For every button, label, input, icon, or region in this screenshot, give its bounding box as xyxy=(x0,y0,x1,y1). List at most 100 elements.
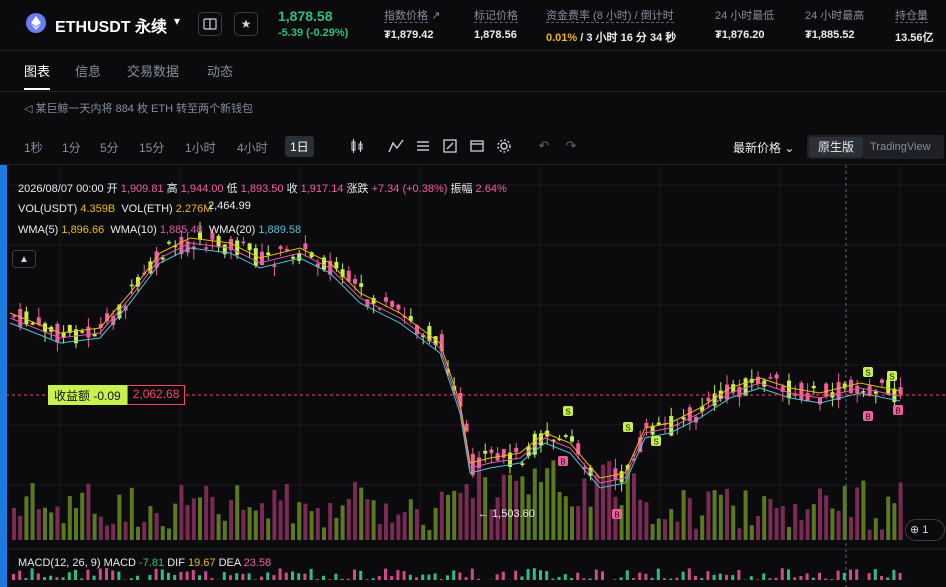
candle-body xyxy=(849,379,853,394)
volume-bar xyxy=(18,515,23,540)
candle-body xyxy=(80,331,85,333)
macd-bar xyxy=(402,571,406,580)
candlestick-icon[interactable] xyxy=(348,138,366,156)
volume-bar xyxy=(669,509,674,540)
kline-chart[interactable]: S S S B B S S B B 2026/08/07 00:00 开 1,909.81 高 … xyxy=(0,165,946,587)
volume-bar xyxy=(644,502,649,540)
timeframe-1h[interactable]: 1小时 xyxy=(185,139,216,156)
stat-label[interactable]: 指数价格 xyxy=(384,10,428,23)
volume-bar xyxy=(117,494,122,540)
macd-bar xyxy=(787,569,790,580)
macd-bar xyxy=(638,572,642,580)
view-tradingview-button[interactable]: TradingView xyxy=(870,137,931,157)
undo-icon[interactable]: ↶ xyxy=(535,138,553,156)
macd-bar xyxy=(532,568,536,580)
timeframe-15m[interactable]: 15分 xyxy=(139,139,164,156)
candle-body xyxy=(284,248,289,251)
stat-label[interactable]: 标记价格 xyxy=(474,10,518,23)
dif-value: 19.67 xyxy=(187,557,216,569)
redo-icon[interactable]: ↷ xyxy=(562,138,580,156)
macd-bar xyxy=(477,578,480,580)
zoom-control[interactable]: ⊕ 1 xyxy=(905,519,945,541)
macd-bar xyxy=(613,579,617,580)
chevron-down-icon[interactable]: ▾ xyxy=(174,14,180,28)
news-text[interactable]: 某巨鲸一天内将 884 枚 ETH 转至两个新钱包 xyxy=(36,103,254,115)
legend-open: 1,909.81 xyxy=(120,183,164,195)
tab-trading-data[interactable]: 交易数据 xyxy=(127,61,179,80)
vol-eth: 2.276M xyxy=(175,203,213,215)
candle-body xyxy=(266,252,271,256)
candle-body xyxy=(787,380,791,399)
trade-marker-label: B xyxy=(865,413,870,422)
candle-body xyxy=(297,253,302,261)
volume-bar xyxy=(886,496,891,540)
indicator-icon[interactable] xyxy=(387,138,405,156)
stat-label[interactable]: 资金费率 (8 小时) / 倒计时 xyxy=(546,10,674,23)
volume-bar xyxy=(86,483,91,540)
tab-chart[interactable]: 图表 xyxy=(24,61,50,80)
macd-bar xyxy=(278,568,282,580)
candle-body xyxy=(241,241,246,244)
book-icon[interactable] xyxy=(198,12,222,36)
template-icon[interactable] xyxy=(468,138,486,156)
mark-price-stat: 标记价格 1,878.56 xyxy=(474,7,518,41)
tab-bar: 图表 信息 交易数据 动态 xyxy=(0,50,946,92)
volume-bar xyxy=(229,500,233,540)
legend-date: 2026/08/07 00:00 xyxy=(18,183,104,195)
collapse-legend-button[interactable]: ▲ xyxy=(12,250,36,268)
ohlc-legend: 2026/08/07 00:00 开 1,909.81 高 1,944.00 低… xyxy=(18,180,507,196)
volume-bar xyxy=(892,503,897,540)
macd-bar xyxy=(384,568,387,580)
settings-icon[interactable] xyxy=(495,138,513,156)
legend-open-label: 开 xyxy=(106,183,118,195)
macd-bar xyxy=(681,571,685,580)
wma20-value: 1,889.58 xyxy=(258,224,302,236)
macd-bar xyxy=(495,574,499,580)
macd-bar xyxy=(625,570,629,580)
price-type-select[interactable]: 最新价格 ⌄ xyxy=(733,139,794,156)
low-24h-stat: 24 小时最低 ₮1,876.20 xyxy=(715,7,774,41)
star-icon[interactable]: ★ xyxy=(234,12,258,36)
pnl-marker[interactable]: 收益额 -0.09 2,062.68 xyxy=(48,385,186,405)
volume-bar xyxy=(824,495,829,540)
volume-bar xyxy=(185,505,190,540)
pnl-price: 2,062.68 xyxy=(126,385,186,405)
macd-bar xyxy=(601,571,604,580)
macd-bar xyxy=(105,568,108,580)
macd-bar xyxy=(167,572,170,580)
tab-activity[interactable]: 动态 xyxy=(207,61,233,80)
timeframe-1m[interactable]: 1分 xyxy=(62,139,81,156)
macd-bar xyxy=(650,577,654,580)
stat-label[interactable]: 持仓量 xyxy=(895,10,928,23)
tab-info[interactable]: 信息 xyxy=(75,61,101,80)
external-link-icon[interactable]: ↗ xyxy=(431,10,440,22)
macd-bar xyxy=(849,569,852,580)
timeframe-5m[interactable]: 5分 xyxy=(100,139,119,156)
wma-line xyxy=(9,242,901,484)
macd-bar xyxy=(452,570,456,580)
symbol-title[interactable]: ETHUSDT 永续 xyxy=(55,13,167,37)
volume-bar xyxy=(303,503,308,540)
macd-bar xyxy=(210,578,214,580)
timeframe-1d[interactable]: 1日 xyxy=(285,136,314,157)
view-original-button[interactable]: 原生版 xyxy=(809,137,863,157)
legend-low-label: 低 xyxy=(226,183,238,195)
timeframe-4h[interactable]: 4小时 xyxy=(237,139,268,156)
macd-bar xyxy=(892,569,896,580)
layout-icon[interactable] xyxy=(414,138,432,156)
macd-bar xyxy=(501,571,505,580)
draw-icon[interactable] xyxy=(441,138,459,156)
timeframe-1s[interactable]: 1秒 xyxy=(24,139,43,156)
macd-bar xyxy=(880,575,883,580)
candle-body xyxy=(359,283,364,287)
volume-bar xyxy=(539,482,543,540)
macd-bar xyxy=(36,573,40,580)
stat-value: ₮1,876.20 xyxy=(715,29,765,41)
volume-bar xyxy=(278,500,283,540)
news-ticker[interactable]: ◁ 某巨鲸一天内将 884 枚 ETH 转至两个新钱包 xyxy=(24,100,253,116)
max-price-label: 2,464.99 xyxy=(208,200,251,212)
candle-body xyxy=(836,382,841,401)
candle-body xyxy=(61,332,66,338)
macd-bar xyxy=(371,578,375,580)
stat-value: 13.56亿 xyxy=(895,32,934,44)
